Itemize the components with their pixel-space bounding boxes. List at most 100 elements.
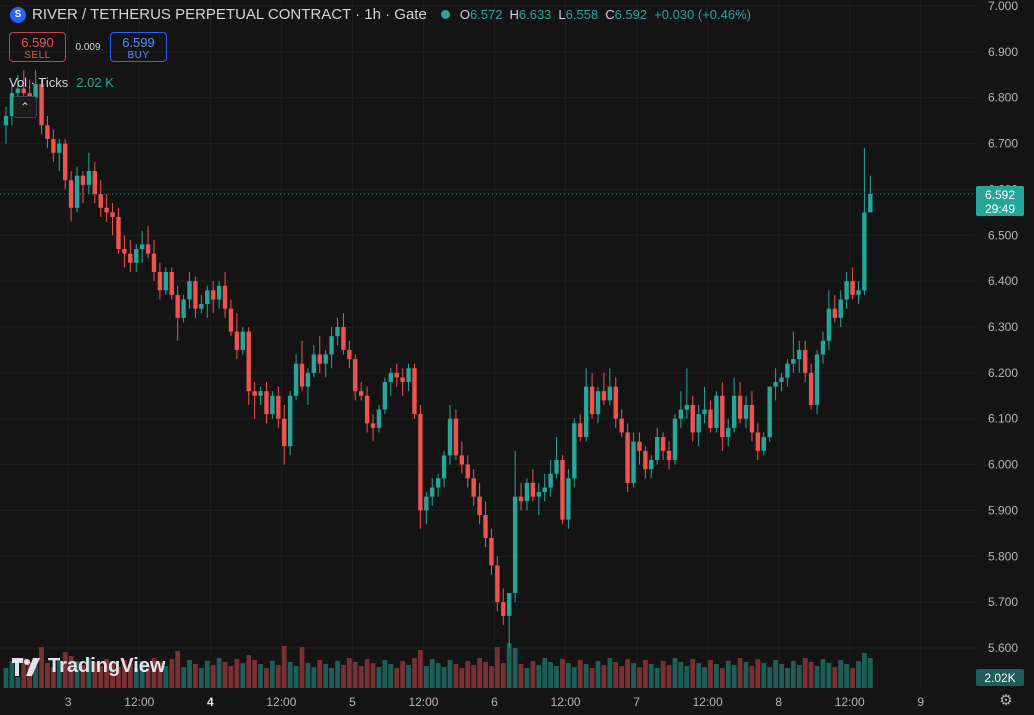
candle-body [128, 253, 133, 263]
volume-bar [483, 662, 488, 688]
candle-body [430, 487, 435, 497]
candle-body [601, 391, 607, 401]
volume-bar [210, 665, 216, 688]
volume-bar [258, 664, 263, 688]
candle-body [187, 281, 192, 300]
volume-indicator-legend[interactable]: Vol · Ticks 2.02 K [9, 75, 114, 90]
volume-bar [494, 647, 500, 688]
volume-bar [500, 663, 506, 688]
candle-body [868, 194, 873, 213]
candle-body [211, 290, 216, 300]
candle-body [643, 450, 648, 470]
candles [3, 70, 873, 648]
candlestick-chart[interactable]: 7.0006.9006.8006.7006.6006.5006.4006.300… [0, 0, 1034, 715]
candle-body [678, 409, 684, 419]
trade-panel: 6.590 SELL 0.009 6.599 BUY [9, 32, 167, 62]
candle-body [542, 487, 547, 493]
candle-body [524, 482, 530, 502]
volume-bar [725, 661, 731, 688]
tradingview-logo[interactable]: TradingView [12, 655, 165, 678]
volume-bar [471, 665, 477, 688]
volume-bar [820, 659, 826, 688]
candle-body [684, 404, 689, 410]
candle-body [731, 395, 737, 428]
candle-body [595, 391, 601, 415]
candle-body [216, 285, 222, 300]
sell-price: 6.590 [21, 35, 54, 50]
candle-body [86, 171, 92, 185]
candle-body [826, 308, 832, 341]
candle-body [80, 175, 86, 185]
volume-bar [187, 660, 192, 688]
time-tick-label: 3 [65, 695, 72, 709]
volume-indicator-value: 2.02 K [76, 75, 114, 90]
spread-value: 0.009 [75, 41, 101, 53]
volume-bar [459, 668, 465, 688]
chart-header: S RIVER / TETHERUS PERPETUAL CONTRACT · … [10, 6, 751, 23]
volume-bar [335, 661, 340, 688]
volume-bar [169, 659, 175, 688]
candle-body [483, 515, 488, 538]
price-tick-label: 6.200 [988, 366, 1018, 380]
volume-bar [714, 664, 719, 688]
candle-body [175, 294, 180, 318]
buy-button[interactable]: 6.599 BUY [110, 32, 167, 62]
volume-bar [512, 648, 518, 688]
volume-bar [790, 661, 796, 688]
candle-body [228, 308, 234, 332]
volume-bar [607, 658, 613, 688]
candle-body [566, 478, 571, 520]
volume-bar [719, 668, 725, 688]
ohlc-value: +0.030 (+0.46%) [654, 7, 751, 22]
volume-bar [364, 659, 370, 688]
volume-bar [358, 666, 364, 688]
chart-settings-gear-icon[interactable]: ⚙ [997, 692, 1015, 710]
candle-body [791, 359, 796, 364]
volume-bar [270, 661, 275, 688]
candle-body [418, 414, 423, 511]
candle-body [607, 386, 613, 401]
time-axis[interactable]: 3 12:00 4 12:00 5 12:00 6 12:00 7 12:00 8 12:00 9 [65, 695, 924, 709]
candle-body [838, 299, 843, 318]
volume-bar [329, 668, 334, 688]
candle-body [305, 372, 311, 387]
candle-body [205, 290, 210, 305]
volume-bar [264, 668, 269, 688]
candle-body [116, 216, 121, 250]
price-tick-label: 5.800 [988, 549, 1018, 563]
volume-bar [453, 664, 459, 688]
volume-bar [518, 664, 524, 688]
candle-body [471, 478, 476, 497]
candle-body [169, 271, 174, 295]
volume-bar [560, 659, 565, 688]
price-tick-label: 5.900 [988, 503, 1018, 517]
volume-badge-value: 2.02K [984, 671, 1015, 685]
volume-bar [814, 666, 820, 688]
volume-bar [773, 660, 778, 688]
time-tick-label: 5 [349, 695, 356, 709]
candle-body [696, 414, 701, 433]
price-axis[interactable]: 7.0006.9006.8006.7006.6006.5006.4006.300… [988, 0, 1018, 655]
candle-body [465, 464, 470, 479]
buy-label: BUY [127, 50, 150, 61]
sell-button[interactable]: 6.590 SELL [9, 32, 66, 62]
volume-bar [571, 667, 577, 688]
volume-bar [524, 668, 530, 688]
collapse-legend-button[interactable]: ⌃ [13, 96, 37, 118]
candle-body [583, 386, 589, 438]
volume-bar [3, 668, 9, 688]
candle-body [3, 116, 9, 126]
chevron-up-icon: ⌃ [19, 100, 31, 114]
price-badge-value: 6.592 [985, 188, 1015, 202]
volume-bar [246, 655, 252, 688]
candle-body [246, 331, 251, 392]
volume-bar [216, 658, 222, 688]
volume-bar [429, 659, 435, 688]
price-badge-countdown: 29:49 [985, 202, 1015, 216]
volume-bar [743, 662, 749, 688]
volume-bar [447, 660, 453, 688]
candle-body [578, 423, 583, 438]
volume-bar [601, 665, 607, 688]
symbol-title[interactable]: RIVER / TETHERUS PERPETUAL CONTRACT · 1h… [32, 6, 427, 23]
symbol-icon[interactable]: S [10, 6, 26, 23]
